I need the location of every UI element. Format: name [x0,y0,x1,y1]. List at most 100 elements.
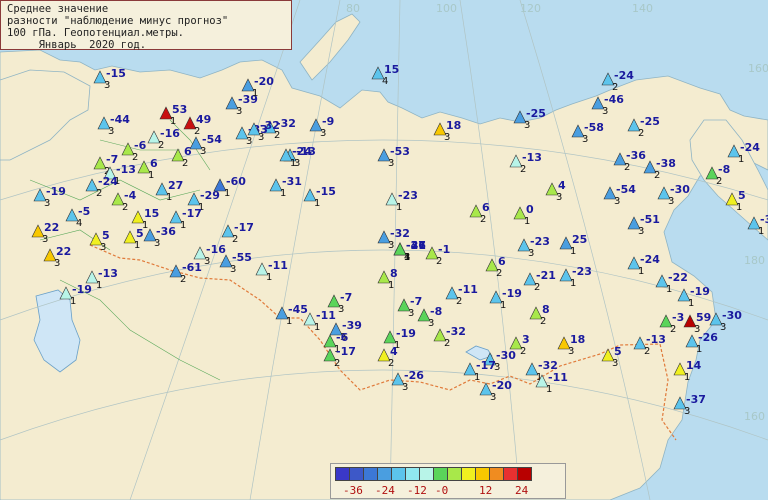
station-value: -37 [760,213,768,226]
title-line-4: Январь 2020 год. [7,39,147,51]
station-count: 1 [736,202,742,213]
station-value: -8 [718,163,730,176]
station-value: -13 [646,333,666,346]
legend-swatch [419,467,434,481]
station-count: 1 [388,280,394,291]
station-count: 3 [388,158,394,169]
station-count: 3 [236,106,242,117]
station-count: 3 [200,146,206,157]
station-value: 4 [390,345,398,358]
station-count: 3 [582,134,588,145]
station-count: 1 [738,154,744,165]
station-count: 1 [134,240,140,251]
station-count: 1 [758,226,764,237]
station-count: 2 [520,164,526,175]
legend-swatch [503,467,518,481]
legend-swatch [475,467,490,481]
station-count: 3 [108,126,114,137]
station-value: -26 [404,369,424,382]
legend-swatch [489,467,504,481]
station-value: 6 [498,255,506,268]
station-count: 3 [204,256,210,267]
station-value: -7 [410,295,422,308]
station-count: 2 [612,82,618,93]
station-count: 3 [638,226,644,237]
station-value: -30 [670,183,690,196]
station-value: 6 [184,145,192,158]
station-value: 0 [526,203,534,216]
station-value: -20 [492,379,512,392]
station-value: -55 [232,251,252,264]
station-count: 1 [638,266,644,277]
station-count: 1 [666,284,672,295]
station-count: 1 [266,272,272,283]
station-count: 1 [404,252,410,263]
legend-swatch [363,467,378,481]
station-count: 3 [54,258,60,269]
station-count: 1 [96,280,102,291]
station-value: -25 [640,115,660,128]
station-count: 1 [286,316,292,327]
station-value: -23 [530,235,550,248]
station-value: -17 [336,345,356,358]
legend-swatch [349,467,364,481]
station-count: 3 [100,242,106,253]
station-value: -13 [116,163,136,176]
station-count: 1 [314,198,320,209]
station-value: 25 [572,233,587,246]
station-value: 6 [150,157,158,170]
station-value: 15 [144,207,159,220]
station-value: -13 [522,151,542,164]
station-value: -6 [134,139,147,152]
station-value: -53 [390,145,410,158]
station-count: 3 [524,120,530,131]
legend-swatch [461,467,476,481]
station-count: 3 [338,304,344,315]
station-value: -21 [536,269,556,282]
station-value: -9 [322,115,334,128]
station-count: 1 [166,192,172,203]
station-count: 3 [320,128,326,139]
legend-label: -24 [375,484,395,497]
station-value: -38 [656,157,676,170]
station-count: 1 [70,296,76,307]
station-value: -19 [690,285,710,298]
station-count: 3 [684,406,690,417]
station-count: 2 [480,214,486,225]
legend-labels: -36 -24 -12 -0 12 24 [335,484,563,498]
station-count: 3 [230,264,236,275]
station-value: -16 [160,127,180,140]
legend-swatch [447,467,462,481]
station-count: 2 [534,282,540,293]
map-canvas: 406080100120140160180160 -153531492-393-… [0,0,768,500]
station-count: 1 [180,220,186,231]
station-value: -32 [446,325,466,338]
station-count: 1 [688,298,694,309]
station-value: -19 [396,327,416,340]
station-count: 1 [252,88,258,99]
station-count: 1 [570,278,576,289]
station-count: 3 [568,346,574,357]
title-line-2: разности "наблюдение минус прогноз" [7,15,229,27]
legend-swatch [335,467,350,481]
station-count: 2 [96,188,102,199]
station-count: 1 [170,116,176,127]
station-value: 5 [136,227,144,240]
station-value: -1 [438,243,450,256]
station-count: 2 [444,338,450,349]
station-value: -32 [260,119,280,132]
station-value: -24 [614,69,634,82]
station-value: -7 [340,291,352,304]
station-count: 2 [654,170,660,181]
station-count: 1 [280,188,286,199]
station-value: -46 [604,93,624,106]
station-value: -26 [698,331,718,344]
station-count: 2 [716,176,722,187]
station-value: -36 [156,225,176,238]
station-count: 2 [624,162,630,173]
title-line-3: 100 гПа. Геопотенциал.метры. [7,27,185,39]
station-count: 3 [388,240,394,251]
station-value: -54 [202,133,222,146]
station-count: 1 [148,170,154,181]
station-value: 22 [44,221,59,234]
